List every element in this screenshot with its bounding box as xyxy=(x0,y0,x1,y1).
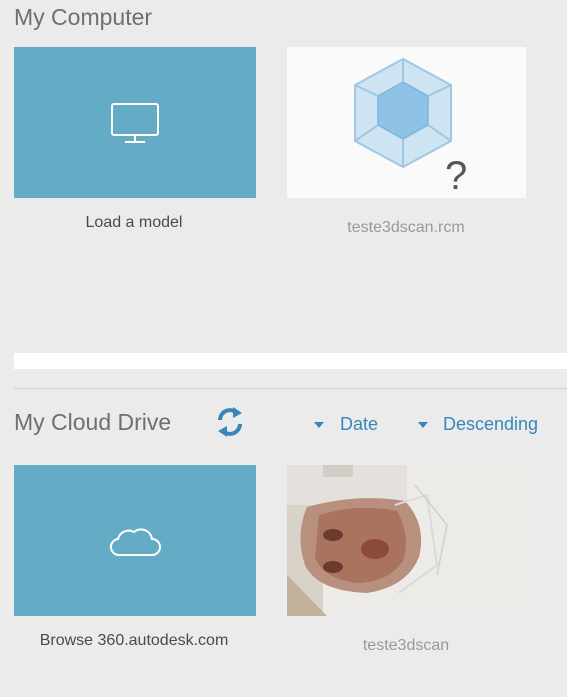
my-computer-title: My Computer xyxy=(14,4,153,30)
svg-text:?: ? xyxy=(445,154,467,198)
face-scan-thumbnail xyxy=(287,465,526,616)
sort-order-label: Descending xyxy=(443,414,539,434)
chevron-down-icon xyxy=(418,421,428,428)
load-model-tile[interactable] xyxy=(14,47,256,198)
section-divider xyxy=(14,388,567,389)
load-model-label: Load a model xyxy=(85,214,183,231)
horizontal-scrollbar[interactable] xyxy=(14,353,567,369)
cube-unknown-icon: ? xyxy=(354,57,467,198)
sort-order-dropdown[interactable]: Descending xyxy=(418,414,538,435)
my-cloud-drive-title: My Cloud Drive xyxy=(14,409,172,435)
cloud-icon xyxy=(109,527,161,556)
teste3dscan-tile[interactable] xyxy=(287,465,526,616)
refresh-icon[interactable] xyxy=(215,405,245,444)
teste3dscan-rcm-tile[interactable]: ? xyxy=(287,47,526,198)
sort-field-label: Date xyxy=(340,414,379,434)
chevron-down-icon xyxy=(314,421,324,428)
teste3dscan-rcm-label: teste3dscan.rcm xyxy=(347,219,465,236)
sort-field-dropdown[interactable]: Date xyxy=(314,414,378,435)
browse-360-label: Browse 360.autodesk.com xyxy=(39,632,229,649)
monitor-icon xyxy=(111,102,159,143)
teste3dscan-label: teste3dscan xyxy=(362,637,450,654)
browse-360-tile[interactable] xyxy=(14,465,256,616)
